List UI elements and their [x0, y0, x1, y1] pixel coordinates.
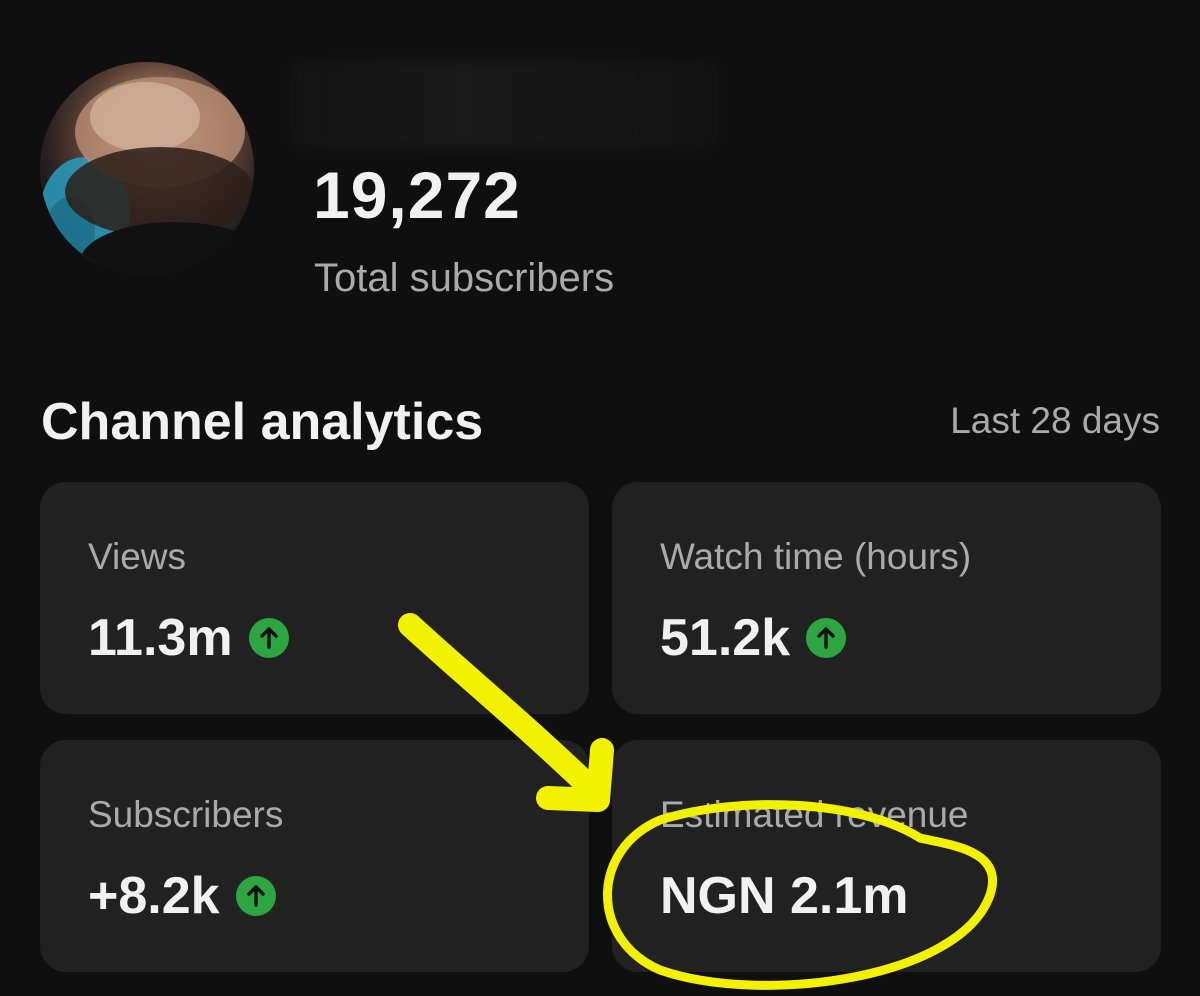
avatar-image — [40, 77, 254, 276]
watch-time-card[interactable]: Watch time (hours) 51.2k — [612, 482, 1161, 714]
arrow-up-icon — [235, 876, 276, 916]
card-value-text: +8.2k — [88, 867, 220, 925]
channel-avatar[interactable] — [40, 62, 254, 276]
channel-name-redacted — [290, 60, 720, 150]
arrow-up-icon — [248, 618, 289, 658]
arrow-up-icon — [806, 618, 847, 658]
card-label: Watch time (hours) — [660, 536, 972, 577]
card-label: Subscribers — [88, 794, 284, 835]
card-value-text: NGN 2.1m — [660, 867, 909, 925]
card-value-text: 51.2k — [660, 609, 791, 667]
views-card[interactable]: Views 11.3m — [40, 482, 589, 714]
card-label: Estimated revenue — [660, 794, 969, 835]
total-subscribers-label: Total subscribers — [314, 256, 615, 300]
section-title: Channel analytics — [41, 393, 484, 451]
subscribers-card[interactable]: Subscribers +8.2k — [40, 740, 589, 972]
card-value-text: 11.3m — [88, 609, 233, 667]
card-value: 51.2k — [660, 609, 847, 667]
period-selector[interactable]: Last 28 days — [950, 402, 1160, 439]
card-value: 11.3m — [88, 612, 289, 664]
card-label: Views — [88, 536, 187, 577]
card-value: NGN 2.1m — [660, 870, 909, 922]
estimated-revenue-card[interactable]: Estimated revenue NGN 2.1m — [612, 740, 1161, 972]
card-value: +8.2k — [88, 870, 276, 922]
total-subscribers-value: 19,272 — [313, 158, 521, 232]
